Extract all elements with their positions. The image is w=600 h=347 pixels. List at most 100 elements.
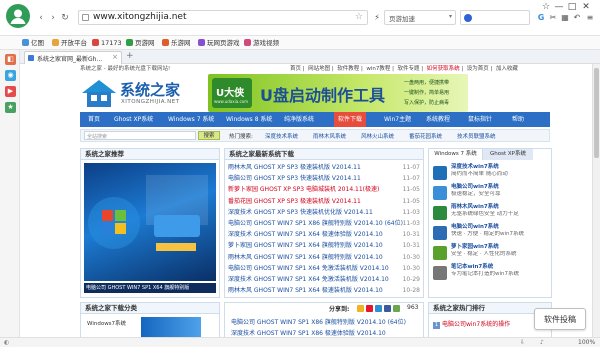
system-list-item[interactable]: 萝卜家园win7系统 安全 · 稳定 · 人性化的系统 (433, 244, 549, 264)
menu-item-pure[interactable]: 纯净版系统 (284, 112, 314, 127)
menu-item-software[interactable]: 软件下载 (334, 112, 367, 127)
new-tab-button[interactable]: + (126, 51, 134, 61)
translate-icon[interactable]: G (536, 12, 546, 23)
top-nav-link[interactable]: 设为首页 (467, 66, 489, 72)
download-item[interactable]: 新萝卜家园 GHOST XP SP3 电脑城装机 2014.11(极速) 11-0… (228, 184, 420, 195)
download-item[interactable]: 电脑公司 GHOST WIN7 SP1 X64 免激活装机版 V2014.10 1… (228, 263, 420, 274)
download-item[interactable]: 深度技术 GHOST XP SP3 快速装机优化版 V2014.11 11-03 (228, 207, 420, 218)
download-item[interactable]: 深度技术 GHOST WIN7 SP1 X64 极速体验版 V2014.10 10… (228, 229, 420, 240)
tab-active[interactable]: 系统之家官网_最新Gh... × (24, 51, 122, 64)
hot-search-link[interactable]: 雨林木风系统 (313, 132, 346, 140)
site-logo[interactable]: 系统之家 XITONGZHIJIA.NET (80, 75, 200, 110)
favorite-icon[interactable]: ★ (5, 102, 16, 113)
scrollbar-thumb[interactable] (594, 68, 599, 158)
system-list-item[interactable]: 深度技术win7系统 简约而不简单 随心而动 (433, 164, 549, 184)
download-item[interactable]: 雨林木风 GHOST XP SP3 极速装机版 V2014.11 11-07 (228, 162, 420, 173)
submit-software-button[interactable]: 软件投稿 (534, 308, 586, 330)
back-icon[interactable]: ‹ (36, 13, 46, 23)
hot-search-link[interactable]: 风林火山系统 (361, 132, 394, 140)
menu-item-tutorials[interactable]: 系统教程 (426, 112, 450, 127)
chat-icon[interactable]: ◉ (5, 70, 16, 81)
page-scrollbar[interactable] (592, 64, 600, 337)
recommend-caption[interactable]: 电脑公司 GHOST WIN7 SP1 X64 旗舰特别版 (84, 283, 216, 293)
forward-icon[interactable]: › (48, 13, 58, 23)
bookmark-item[interactable]: 游戏视频 (244, 38, 279, 48)
speaker-icon[interactable]: ♪ (540, 339, 544, 346)
search-engine-box[interactable]: 页游加速 ▾ (384, 10, 456, 25)
minimize-button[interactable]: — (553, 2, 565, 12)
bookmark-item[interactable]: 玩网页游戏 (198, 38, 240, 48)
category-item[interactable]: Windows7系统 (87, 319, 126, 327)
share-weibo-icon[interactable] (366, 305, 373, 312)
download-status-icon[interactable]: ⇩ (520, 339, 525, 346)
zoom-level[interactable]: 100% (578, 339, 595, 346)
star-icon[interactable]: ☆ (355, 12, 363, 22)
hot-search-label: 热门搜索: (229, 134, 253, 140)
top-nav-link[interactable]: 网站地图 (308, 66, 330, 72)
game-icon[interactable]: ◧ (5, 54, 16, 65)
system-list-item[interactable]: 雨林木风win7系统 无驱系统绿色安全 动力十足 (433, 204, 549, 224)
ad-banner[interactable]: U大侠 www.udaxia.com U盘启动制作工具 一盘两用，便捷携带 一键… (208, 74, 468, 112)
hot-search-link[interactable]: 技术员联盟系统 (457, 132, 496, 140)
share-qzone-icon[interactable] (357, 305, 364, 312)
menu-item-help[interactable]: 帮助 (512, 112, 524, 127)
share-tencent-icon[interactable] (375, 305, 382, 312)
tab-close-icon[interactable]: × (112, 53, 118, 61)
hot-search-link[interactable]: 番茄花园系统 (409, 132, 442, 140)
address-bar[interactable]: www.xitongzhijia.net ☆ (78, 10, 368, 25)
bookmark-item[interactable]: 亿图 (22, 38, 44, 48)
top-nav-link[interactable]: 软件专题 (398, 66, 420, 72)
close-button[interactable]: ✕ (580, 2, 592, 12)
download-item[interactable]: 雨林木风 GHOST WIN7 SP1 X64 旗舰特别版 V2014.10 10… (228, 252, 420, 263)
undo-icon[interactable]: ↶ (572, 12, 582, 23)
site-search-button[interactable]: 搜索 (198, 131, 220, 140)
system-list-item[interactable]: 电脑公司win7系统 快速 · 方便 · 稳定的win7系统 (433, 224, 549, 244)
hot-ranking-item[interactable]: 1 电脑公司win7系统的操作 (433, 319, 549, 330)
lightning-icon[interactable]: ⚡ (372, 12, 382, 23)
tab-ghost-xp[interactable]: Ghost XP系统 (483, 149, 533, 160)
recommend-image[interactable] (84, 163, 216, 281)
extensions-icon[interactable]: ▦ (560, 12, 570, 23)
site-search-input[interactable]: 全站搜索 (84, 131, 196, 140)
skin-icon[interactable]: ☆ (540, 2, 552, 12)
menu-item-cursor[interactable]: 鼠标指针 (468, 112, 492, 127)
url-text[interactable]: www.xitongzhijia.net (93, 11, 186, 24)
search-box[interactable] (460, 10, 530, 25)
menu-item-themes[interactable]: Win7主题 (384, 112, 411, 127)
bookmark-item[interactable]: 17173 (92, 38, 122, 48)
menu-item-xp[interactable]: Ghost XP系统 (114, 112, 153, 127)
video-icon[interactable]: ▶ (5, 86, 16, 97)
download-item[interactable]: 电脑公司 GHOST XP SP3 快速装机版 V2014.11 11-07 (228, 173, 420, 184)
share-more-icon[interactable] (393, 305, 400, 312)
top-nav-link[interactable]: 软件教程 (337, 66, 359, 72)
top-nav-link[interactable]: 如何获取系统 (427, 66, 460, 72)
download-item[interactable]: 电脑公司 GHOST WIN7 SP1 X86 旗舰特别版 V2014.10 (… (228, 218, 420, 229)
download-item[interactable]: 深度技术 GHOST WIN7 SP1 X64 免激活装机版 V2014.10 1… (228, 274, 420, 285)
share-renren-icon[interactable] (384, 305, 391, 312)
top-nav-link[interactable]: 首页 (290, 66, 301, 72)
refresh-icon[interactable]: ↻ (60, 13, 70, 23)
top-nav-link[interactable]: 加入收藏 (496, 66, 518, 72)
bookmark-item[interactable]: 开放平台 (52, 38, 87, 48)
menu-item-win7[interactable]: Windows 7 系统 (168, 112, 214, 127)
download-item[interactable]: 电脑公司 GHOST WIN7 SP1 X86 旗舰特别版 V2014.10 (… (231, 317, 419, 328)
hot-search-link[interactable]: 深度技术系统 (265, 132, 298, 140)
menu-icon[interactable]: ≡ (584, 12, 596, 23)
maximize-button[interactable]: □ (566, 2, 578, 12)
menu-item-win8[interactable]: Windows 8 系统 (226, 112, 272, 127)
user-avatar-icon[interactable] (6, 4, 30, 28)
system-desc: 快速 · 方便 · 稳定的win7系统 (451, 231, 525, 237)
bookmark-item[interactable]: 乐游网 (162, 38, 191, 48)
scissors-icon[interactable]: ✂ (548, 12, 558, 23)
bookmark-item[interactable]: 页游网 (126, 38, 155, 48)
download-item[interactable]: 番茄花园 GHOST XP SP3 极速装机版 V2014.11 11-05 (228, 196, 420, 207)
download-item[interactable]: 雨林木风 GHOST WIN7 SP1 X64 极速装机版 V2014.10 10… (228, 285, 420, 296)
system-list-item[interactable]: 笔记本win7系统 专为笔记本打造的win7系统 (433, 264, 549, 284)
download-item[interactable]: 深度技术 GHOST WIN7 SP1 X86 极速体验版 V2014.10 (231, 328, 419, 337)
top-nav-link[interactable]: win7教程 (366, 66, 390, 72)
download-item[interactable]: 萝卜家园 GHOST WIN7 SP1 X64 旗舰特别版 V2014.10 10… (228, 240, 420, 251)
menu-item-home[interactable]: 首页 (88, 112, 100, 127)
dropdown-icon[interactable]: ▾ (449, 13, 452, 20)
tab-win7[interactable]: Windows 7 系统 (429, 149, 483, 160)
system-list-item[interactable]: 电脑公司win7系统 极速稳定，安全可靠 (433, 184, 549, 204)
